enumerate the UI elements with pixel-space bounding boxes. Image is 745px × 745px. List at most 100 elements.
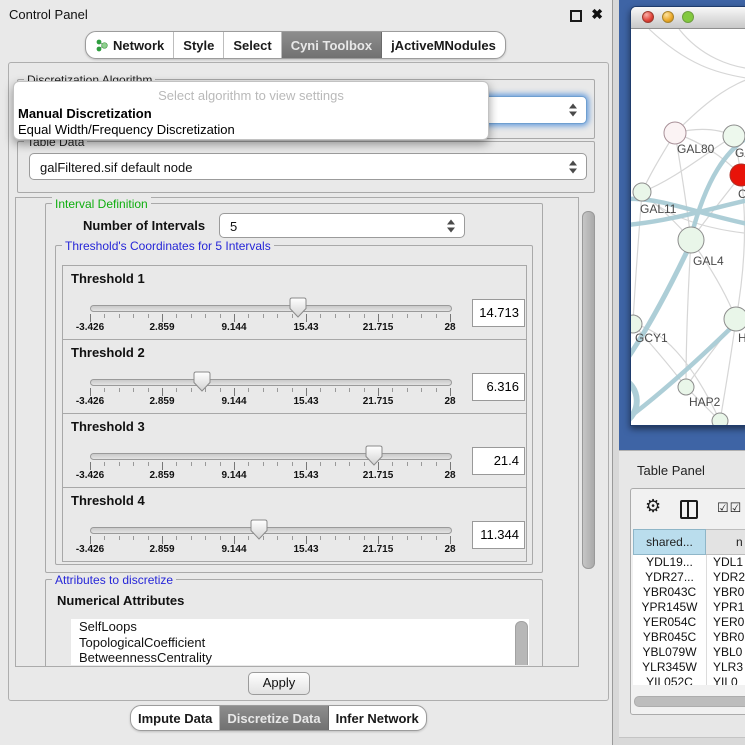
tab-select[interactable]: Select [224,32,281,58]
table-panel: Table Panel ⚙ ☑☑ shared... n YDL19...YDL… [619,450,745,745]
tab-jactivemnodules[interactable]: jActiveMNodules [382,32,505,58]
cell-shared-name[interactable]: YER054C [633,615,706,630]
float-window-icon[interactable] [570,10,582,22]
slider-tick-labels: -3.4262.8599.14415.4321.71528 [90,544,451,555]
cell-name[interactable]: YDL1 [706,555,745,570]
tab-style[interactable]: Style [174,32,224,58]
table-row[interactable]: YLR345WYLR3 [633,660,745,675]
tab-label: Discretize Data [227,711,320,726]
tab-cyni-toolbox[interactable]: Cyni Toolbox [282,32,382,58]
cell-name[interactable]: YDR2 [706,570,745,585]
vertical-scrollbar[interactable] [582,211,595,569]
tab-impute-data[interactable]: Impute Data [131,706,220,730]
close-icon[interactable]: ✖ [591,6,603,23]
cell-shared-name[interactable]: YBL079W [633,645,706,660]
table-row[interactable]: YPR145WYPR1 [633,600,745,615]
node-label-gal4: GAL4 [693,254,724,268]
network-node[interactable] [712,413,728,425]
slider-handle[interactable] [289,297,307,318]
slider-track[interactable] [90,379,452,386]
tab-label: Style [183,38,214,53]
table-row[interactable]: YDR27...YDR2 [633,570,745,585]
select-columns-icon[interactable]: ☑☑ [717,500,742,516]
tab-discretize-data[interactable]: Discretize Data [220,706,328,730]
attribute-item-betweennesscentrality[interactable]: BetweennessCentrality [71,650,529,665]
table-row[interactable]: YDL19...YDL1 [633,555,745,570]
table-row[interactable]: YBR045CYBR0 [633,630,745,645]
cell-shared-name[interactable]: YDL19... [633,555,706,570]
gear-icon[interactable]: ⚙ [645,497,661,515]
network-node-gal4[interactable] [678,227,704,253]
table-row[interactable]: YBR043CYBR0 [633,585,745,600]
attribute-item-topologicalcoefficient[interactable]: TopologicalCoefficient [71,635,529,651]
network-window-titlebar[interactable] [631,7,745,29]
close-traffic-light[interactable] [642,11,654,23]
tab-infer-network[interactable]: Infer Network [329,706,426,730]
network-canvas[interactable]: GAL80GACGAL11GAL4GCY1HHAP2 [631,29,745,425]
interval-definition-label: Interval Definition [52,197,151,211]
network-node-ga[interactable] [723,125,745,147]
cell-name[interactable]: YBR0 [706,585,745,600]
horizontal-scrollbar[interactable] [634,696,745,707]
cell-name[interactable]: YPR1 [706,600,745,615]
threshold-row-4: Threshold 4-3.4262.8599.14415.4321.71528… [62,487,527,562]
column-header-name[interactable]: n [706,529,745,555]
slider-track[interactable] [90,527,452,534]
tab-network[interactable]: Network [86,32,174,58]
tab-label: Select [233,38,271,53]
table-row[interactable]: YIL052CYIL0 [633,675,745,685]
attribute-item-selfloops[interactable]: SelfLoops [71,619,529,635]
zoom-traffic-light[interactable] [682,11,694,23]
slider-handle[interactable] [193,371,211,392]
threshold-row-3: Threshold 3-3.4262.8599.14415.4321.71528… [62,413,527,488]
cell-shared-name[interactable]: YBR045C [633,630,706,645]
table-data-combobox[interactable]: galFiltered.sif default node [29,153,587,180]
cell-name[interactable]: YLR3 [706,660,745,675]
combo-stepper-icon [569,160,577,173]
slider-track[interactable] [90,453,452,460]
list-scrollbar[interactable] [515,621,528,665]
threshold-row-2: Threshold 2-3.4262.8599.14415.4321.71528… [62,339,527,414]
network-node-h[interactable] [724,307,745,331]
slider-handle[interactable] [365,445,383,466]
network-node-hap2[interactable] [678,379,694,395]
thresholds-title: Threshold's Coordinates for 5 Intervals [62,239,274,253]
cell-shared-name[interactable]: YBR043C [633,585,706,600]
slider-track[interactable] [90,305,452,312]
network-node-gal80[interactable] [664,122,686,144]
columns-icon[interactable] [680,500,698,519]
apply-button[interactable]: Apply [248,672,310,695]
threshold-value-field[interactable]: 11.344 [472,521,525,549]
cell-shared-name[interactable]: YDR27... [633,570,706,585]
algorithm-option-equal-width-frequency-discretization[interactable]: Equal Width/Frequency Discretization [16,122,486,138]
control-panel: Control Panel ✖ NetworkStyleSelectCyni T… [0,0,612,745]
column-header-shared-name[interactable]: shared... [633,529,706,555]
app-root: Control Panel ✖ NetworkStyleSelectCyni T… [0,0,745,745]
cell-shared-name[interactable]: YLR345W [633,660,706,675]
network-node-gal11[interactable] [633,183,651,201]
minimize-traffic-light[interactable] [662,11,674,23]
slider-handle[interactable] [250,519,268,540]
cell-shared-name[interactable]: YIL052C [633,675,706,685]
threshold-label: Threshold 1 [71,271,145,286]
cell-name[interactable]: YBR0 [706,630,745,645]
cell-name[interactable]: YER0 [706,615,745,630]
table-row[interactable]: YBL079WYBL0 [633,645,745,660]
threshold-value-field[interactable]: 6.316 [472,373,525,401]
threshold-value-field[interactable]: 21.4 [472,447,525,475]
node-table-card: ⚙ ☑☑ shared... n YDL19...YDL1YDR27...YDR… [630,488,745,715]
cell-name[interactable]: YIL0 [706,675,745,685]
cell-shared-name[interactable]: YPR145W [633,600,706,615]
combo-stepper-icon [569,104,577,117]
number-of-intervals-combobox[interactable]: 5 [219,213,465,238]
table-row[interactable]: YER054CYER0 [633,615,745,630]
network-view-window: GAL80GACGAL11GAL4GCY1HHAP2 [630,6,745,426]
algorithm-option-manual-discretization[interactable]: Manual Discretization [16,106,486,122]
network-icon [95,38,108,52]
threshold-value-field[interactable]: 14.713 [472,299,525,327]
panel-divider[interactable] [612,0,619,745]
node-label-hap2: HAP2 [689,395,721,409]
threshold-row-1: Threshold 1-3.4262.8599.14415.4321.71528… [62,265,527,340]
node-label-gal80: GAL80 [677,142,715,156]
cell-name[interactable]: YBL0 [706,645,745,660]
